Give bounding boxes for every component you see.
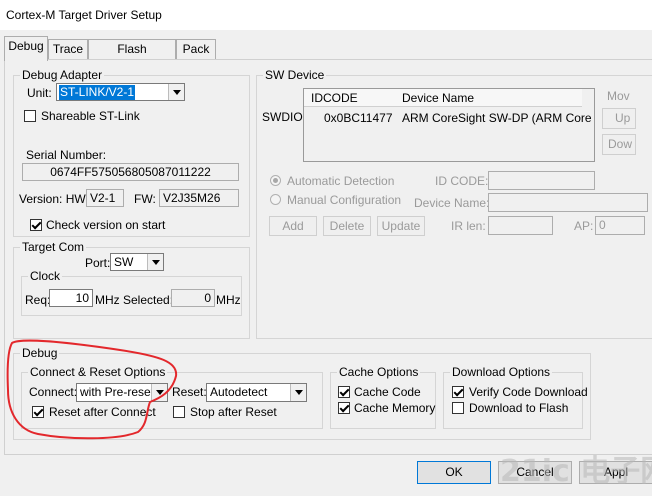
check-version-label: Check version on start [46,218,166,232]
ap-label: AP: [574,219,594,233]
automatic-detection-label: Automatic Detection [287,174,395,188]
automatic-detection-radio[interactable] [270,175,281,186]
target-com-legend: Target Com [20,240,87,254]
debug-adapter-legend: Debug Adapter [20,68,105,82]
delete-button[interactable]: Delete [323,216,371,236]
serial-number-field: 0674FF575056805087011222 [22,163,239,181]
download-to-flash-checkbox[interactable] [452,402,464,414]
connect-reset-legend: Connect & Reset Options [28,365,168,379]
cache-code-checkbox[interactable] [338,386,350,398]
selected-clock-field: 0 [171,289,215,307]
clock-legend: Clock [28,269,63,283]
fw-version-field: V2J35M26 [159,189,239,207]
up-button[interactable]: Up [602,108,636,129]
cache-memory-label: Cache Memory [354,401,436,415]
window-title: Cortex-M Target Driver Setup [6,8,162,22]
ir-len-field[interactable] [488,216,553,235]
stop-after-reset-checkbox[interactable] [173,406,185,418]
watermark-text: 21ic 电子网 [500,454,652,489]
connect-select[interactable]: with Pre-reset [76,383,168,402]
chevron-down-icon[interactable] [147,254,163,270]
ap-field[interactable]: 0 [595,216,645,235]
cache-memory-checkbox[interactable] [338,402,350,414]
swdio-label: SWDIO [262,110,303,124]
reset-after-connect-checkbox[interactable] [32,406,44,418]
port-select[interactable]: SW [110,253,164,271]
debug-legend: Debug [20,346,60,360]
check-version-checkbox[interactable] [30,219,42,231]
port-value: SW [114,255,134,269]
chevron-down-icon[interactable] [290,384,306,401]
chevron-down-icon[interactable] [151,384,167,401]
reset-label: Reset: [172,385,207,399]
unit-label: Unit: [27,86,52,100]
header-idcode: IDCODE [311,91,358,105]
selected-unit-label: MHz [216,293,241,307]
watermark: 21ic 电子网 [500,446,652,490]
cache-options-legend: Cache Options [337,365,421,379]
id-code-label: ID CODE: [435,174,489,188]
version-hw-label: Version: HW: [19,192,89,206]
id-code-field[interactable] [488,171,595,190]
tab-debug[interactable]: Debug [4,36,48,61]
update-button[interactable]: Update [377,216,425,236]
device-name-field[interactable] [488,193,648,212]
port-label: Port: [85,256,111,270]
unit-select[interactable]: ST-LINK/V2-1 [56,83,185,101]
add-button[interactable]: Add [269,216,317,236]
unit-value: ST-LINK/V2-1 [59,85,136,100]
sw-device-table[interactable]: IDCODE Device Name 0x0BC11477 ARM CoreSi… [303,88,595,162]
hw-version-field: V2-1 [86,189,124,207]
sw-device-legend: SW Device [263,68,327,82]
manual-configuration-radio[interactable] [270,194,281,205]
tab-pack[interactable]: Pack [176,39,216,59]
row-device-name: ARM CoreSight SW-DP (ARM Core [402,111,592,125]
ir-len-label: IR len: [451,219,486,233]
tab-flash-download[interactable]: Flash Download [88,39,176,74]
req-unit-label: MHz [95,293,120,307]
ok-button[interactable]: OK [417,461,491,484]
reset-value: Autodetect [210,385,268,399]
req-label: Req: [25,293,51,307]
connect-value: with Pre-reset [80,385,155,399]
reset-select[interactable]: Autodetect [206,383,307,402]
header-device-name: Device Name [402,91,475,105]
chevron-down-icon[interactable] [168,84,184,100]
fw-label: FW: [134,192,156,206]
row-idcode: 0x0BC11477 [324,111,393,125]
req-clock-input[interactable]: 10 [49,289,93,307]
connect-label: Connect: [29,385,78,399]
verify-code-download-checkbox[interactable] [452,386,464,398]
manual-configuration-label: Manual Configuration [287,193,402,207]
cache-code-label: Cache Code [354,385,421,399]
reset-after-connect-label: Reset after Connect [49,405,156,419]
down-button[interactable]: Dow [602,134,636,155]
serial-number-label: Serial Number: [26,148,107,162]
table-row[interactable]: 0x0BC11477 ARM CoreSight SW-DP (ARM Core [304,108,592,126]
tab-trace[interactable]: Trace [48,39,88,59]
move-label: Mov [607,89,630,103]
shareable-st-link-checkbox[interactable] [24,110,36,122]
download-options-legend: Download Options [450,365,553,379]
selected-label: Selected: [123,293,174,307]
verify-code-download-label: Verify Code Download [469,385,588,399]
title-bar: Cortex-M Target Driver Setup [0,0,652,30]
shareable-st-link-label: Shareable ST-Link [41,109,140,123]
device-name-label: Device Name: [414,196,490,210]
download-to-flash-label: Download to Flash [469,401,569,415]
stop-after-reset-label: Stop after Reset [190,405,277,419]
